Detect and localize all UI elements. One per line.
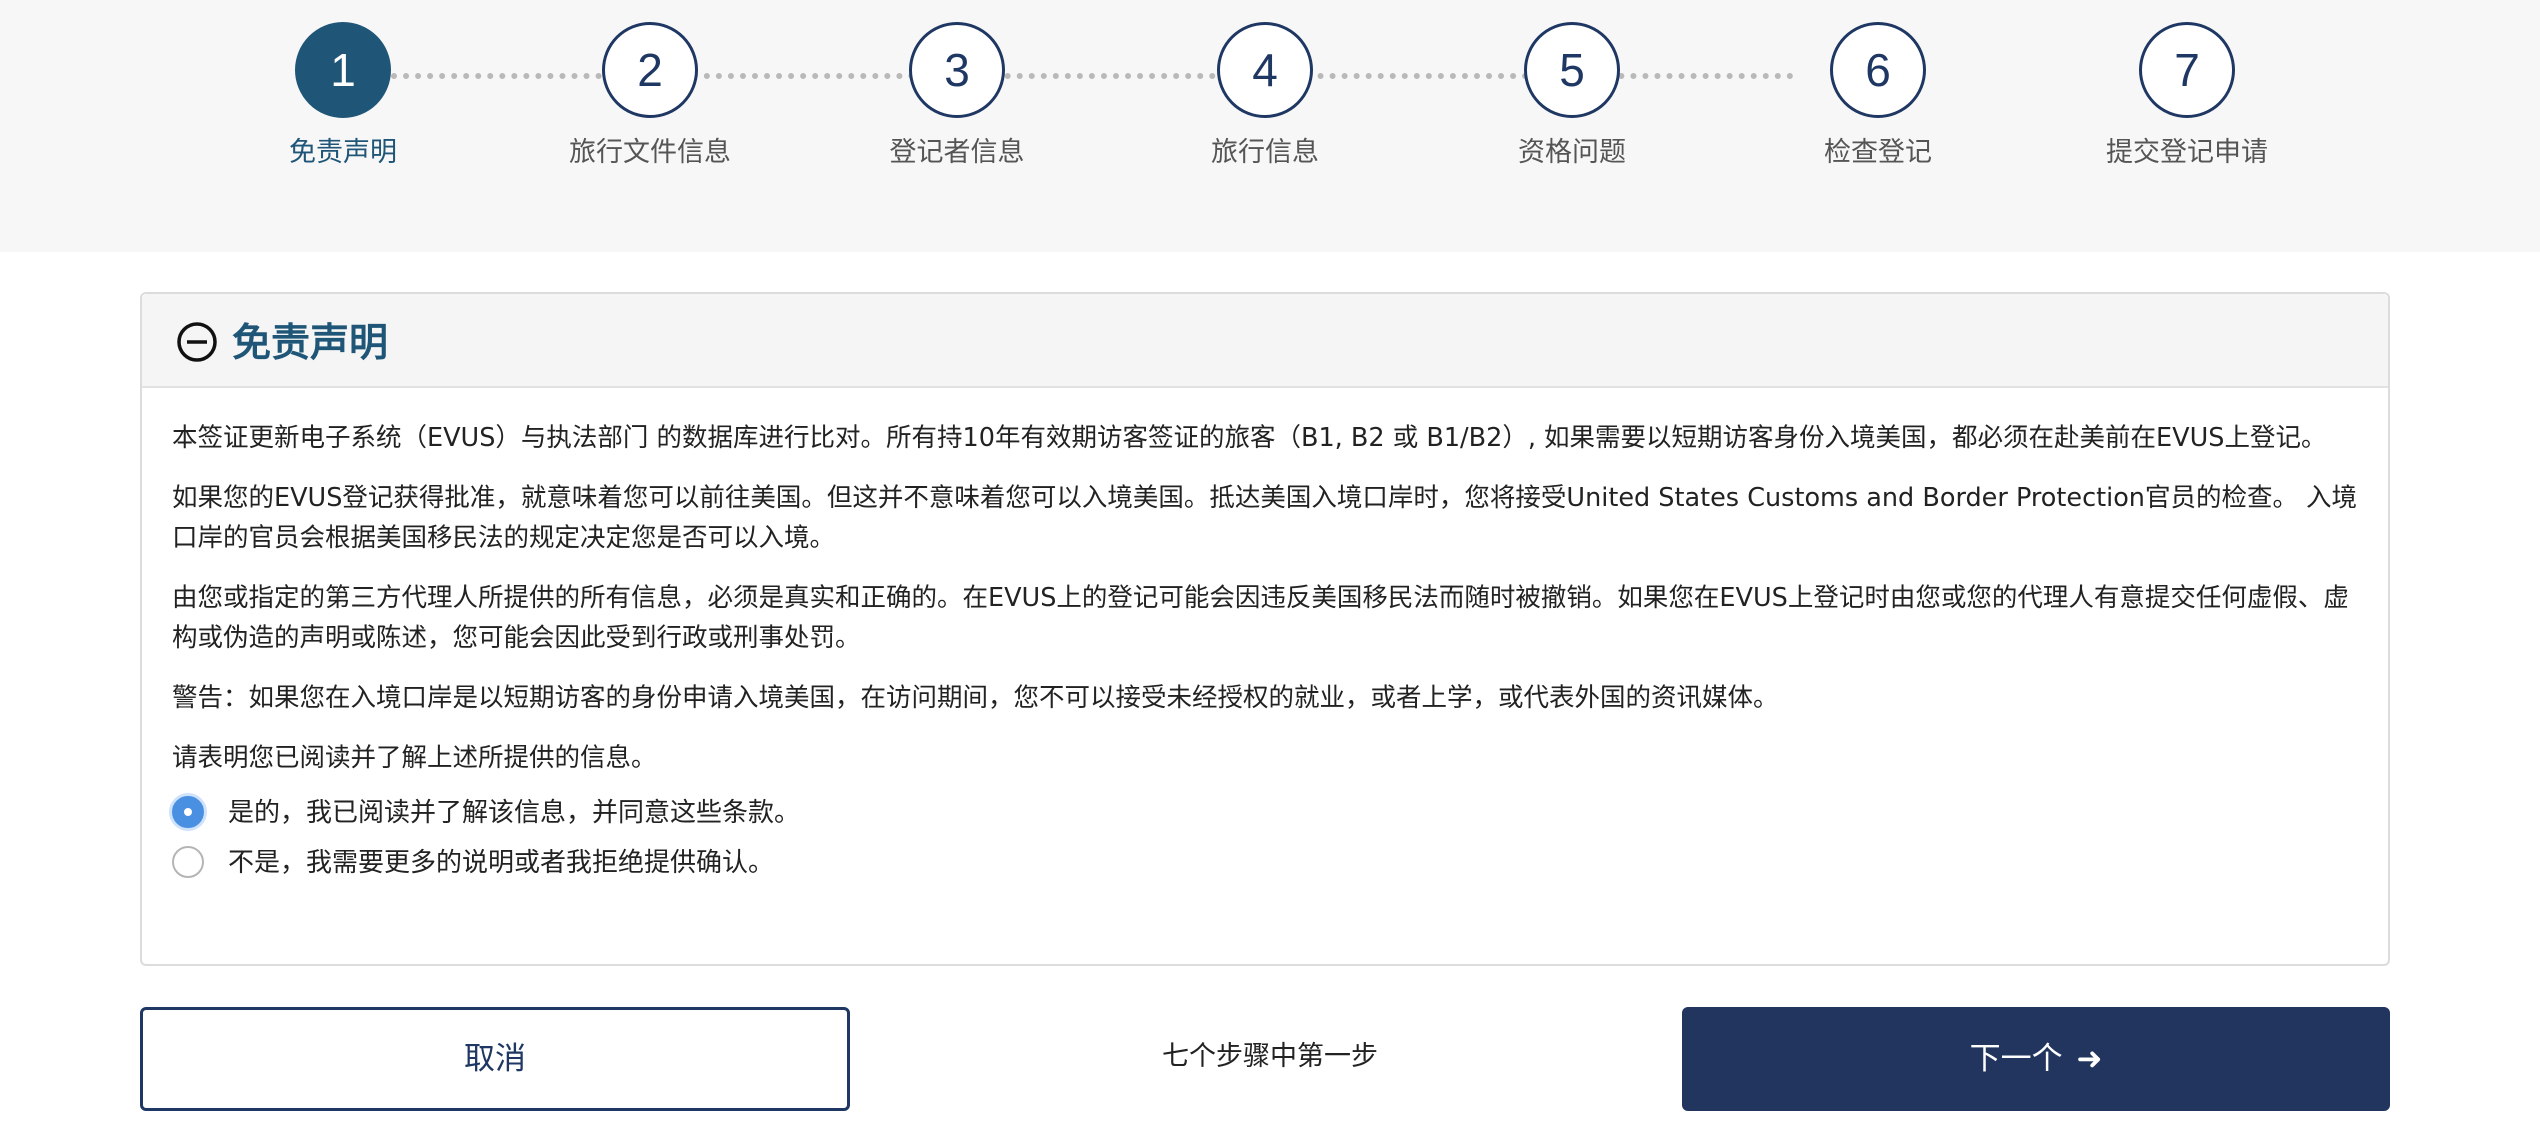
warning-paragraph: 警告：如果您在入境口岸是以短期访客的身份申请入境美国，在访问期间，您不可以接受未…: [172, 683, 1779, 713]
cancel-button[interactable]: 取消: [140, 1007, 850, 1111]
acknowledge-prompt: 请表明您已阅读并了解上述所提供的信息。: [172, 743, 657, 773]
disclaimer-panel: 免责声明 本签证更新电子系统（EVUS）与执法部门 的数据库进行比对。所有持10…: [140, 292, 2390, 966]
panel-title: 免责声明: [232, 321, 389, 366]
disclaimer-paragraph: 由您或指定的第三方代理人所提供的所有信息，必须是真实和正确的。在EVUS上的登记…: [172, 583, 2349, 653]
step-2: 2 旅行文件信息: [500, 22, 800, 169]
step-4: 4 旅行信息: [1115, 22, 1415, 169]
step-label: 免责声明: [289, 137, 397, 168]
step-number: 4: [1217, 22, 1313, 118]
step-7: 7 提交登记申请: [2037, 22, 2337, 169]
step-3: 3 登记者信息: [807, 22, 1107, 169]
disclaimer-paragraph: 本签证更新电子系统（EVUS）与执法部门 的数据库进行比对。所有持10年有效期访…: [172, 423, 2327, 453]
step-number: 2: [602, 22, 698, 118]
step-label: 登记者信息: [889, 137, 1025, 168]
disclaimer-paragraph: 如果您的EVUS登记获得批准，就意味着您可以前往美国。但这并不意味着您可以入境美…: [172, 483, 2358, 553]
step-number: 6: [1830, 22, 1926, 118]
step-number: 3: [909, 22, 1005, 118]
radio-agree-label[interactable]: 是的，我已阅读并了解该信息，并同意这些条款。: [228, 792, 800, 829]
step-label: 检查登记: [1824, 137, 1932, 168]
progress-stepper: 1 免责声明 2 旅行文件信息 3 登记者信息 4 旅行信息 5 资格问题 6 …: [0, 0, 2540, 252]
step-number: 7: [2139, 22, 2235, 118]
step-label: 资格问题: [1518, 137, 1626, 168]
radio-option-agree[interactable]: 是的，我已阅读并了解该信息，并同意这些条款。: [172, 790, 2358, 840]
panel-header[interactable]: 免责声明: [142, 294, 2388, 388]
next-button-label: 下一个: [1969, 1041, 2063, 1077]
next-button[interactable]: 下一个 ➜: [1682, 1007, 2390, 1111]
step-label: 提交登记申请: [2106, 137, 2268, 168]
step-count-text: 七个步骤中第一步: [1162, 1041, 1378, 1072]
radio-option-decline[interactable]: 不是，我需要更多的说明或者我拒绝提供确认。: [172, 840, 2358, 890]
radio-decline-label[interactable]: 不是，我需要更多的说明或者我拒绝提供确认。: [228, 842, 774, 879]
radio-agree[interactable]: [172, 796, 204, 828]
step-6: 6 检查登记: [1728, 22, 2028, 169]
step-number: 1: [295, 22, 391, 118]
arrow-right-icon: ➜: [2076, 1041, 2103, 1077]
step-number: 5: [1524, 22, 1620, 118]
step-label: 旅行文件信息: [569, 137, 731, 168]
minus-circle-icon[interactable]: [176, 321, 218, 363]
step-5: 5 资格问题: [1422, 22, 1722, 169]
step-label: 旅行信息: [1211, 137, 1319, 168]
step-1: 1 免责声明: [193, 22, 493, 169]
panel-body: 本签证更新电子系统（EVUS）与执法部门 的数据库进行比对。所有持10年有效期访…: [142, 388, 2388, 890]
radio-decline[interactable]: [172, 846, 204, 878]
